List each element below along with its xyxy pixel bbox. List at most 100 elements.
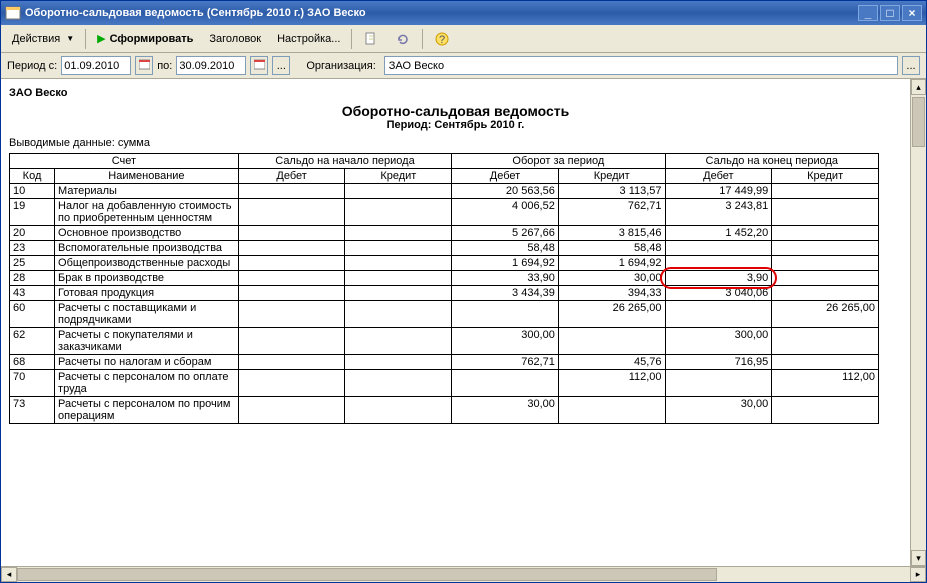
- cell-code: 73: [10, 397, 55, 424]
- separator: [85, 29, 86, 49]
- table-row[interactable]: 73Расчеты с персоналом по прочим операци…: [10, 397, 879, 424]
- cell-code: 28: [10, 271, 55, 286]
- calendar-from-button[interactable]: [135, 56, 153, 75]
- scroll-right-button[interactable]: ▸: [910, 567, 926, 582]
- cell-seK: [772, 397, 879, 424]
- cell-sbD: [238, 184, 345, 199]
- cell-sbK: [345, 199, 452, 226]
- date-from-input[interactable]: 01.09.2010: [61, 56, 131, 75]
- settings-button[interactable]: Настройка...: [270, 28, 347, 50]
- report-table: Счет Сальдо на начало периода Оборот за …: [9, 153, 879, 424]
- app-window: Оборотно-сальдовая ведомость (Сентябрь 2…: [0, 0, 927, 583]
- cell-seK: [772, 286, 879, 301]
- cell-tK: 26 265,00: [558, 301, 665, 328]
- cell-seK: [772, 271, 879, 286]
- cell-name: Готовая продукция: [55, 286, 239, 301]
- actions-label: Действия: [12, 33, 60, 45]
- play-icon: ▶: [97, 32, 105, 45]
- table-row[interactable]: 60Расчеты с поставщиками и подрядчиками2…: [10, 301, 879, 328]
- help-button[interactable]: ?: [427, 28, 457, 50]
- parameters-bar: Период с: 01.09.2010 по: 30.09.2010 ... …: [1, 53, 926, 79]
- window-title: Оборотно-сальдовая ведомость (Сентябрь 2…: [25, 7, 366, 19]
- table-row[interactable]: 70Расчеты с персоналом по оплате труда11…: [10, 370, 879, 397]
- cell-tD: 58,48: [452, 241, 559, 256]
- table-row[interactable]: 19Налог на добавленную стоимость по прио…: [10, 199, 879, 226]
- table-row[interactable]: 10Материалы20 563,563 113,5717 449,99: [10, 184, 879, 199]
- cell-sbD: [238, 370, 345, 397]
- settings-label: Настройка...: [277, 33, 340, 45]
- cell-code: 23: [10, 241, 55, 256]
- cell-tD: 3 434,39: [452, 286, 559, 301]
- cell-seK: 26 265,00: [772, 301, 879, 328]
- date-to-input[interactable]: 30.09.2010: [176, 56, 246, 75]
- scroll-thumb[interactable]: [912, 97, 925, 147]
- hdr-turnover: Оборот за период: [452, 154, 665, 169]
- maximize-button[interactable]: □: [880, 5, 900, 21]
- header-button[interactable]: Заголовок: [202, 28, 268, 50]
- tool-icon-2[interactable]: [388, 28, 418, 50]
- vertical-scrollbar[interactable]: ▴ ▾: [910, 79, 926, 566]
- form-label: Сформировать: [110, 33, 194, 45]
- table-row[interactable]: 28Брак в производстве33,9030,003,90: [10, 271, 879, 286]
- cell-name: Вспомогательные производства: [55, 241, 239, 256]
- cell-code: 62: [10, 328, 55, 355]
- cell-tK: 112,00: [558, 370, 665, 397]
- table-row[interactable]: 62Расчеты с покупателями и заказчиками30…: [10, 328, 879, 355]
- form-button[interactable]: ▶ Сформировать: [90, 28, 200, 50]
- calendar-icon: [254, 59, 265, 73]
- cell-tD: 20 563,56: [452, 184, 559, 199]
- table-row[interactable]: 23Вспомогательные производства 58,4858,48: [10, 241, 879, 256]
- hdr-seD: Дебет: [665, 169, 772, 184]
- cell-sbK: [345, 184, 452, 199]
- cell-code: 20: [10, 226, 55, 241]
- org-select-button[interactable]: ...: [902, 56, 920, 75]
- cell-sbD: [238, 355, 345, 370]
- separator: [422, 29, 423, 49]
- cell-tK: 58,48: [558, 241, 665, 256]
- cell-tD: 33,90: [452, 271, 559, 286]
- cell-seD: 3 243,81: [665, 199, 772, 226]
- cell-code: 68: [10, 355, 55, 370]
- scroll-down-button[interactable]: ▾: [911, 550, 926, 566]
- actions-menu[interactable]: Действия ▼: [5, 28, 81, 50]
- cell-code: 19: [10, 199, 55, 226]
- table-row[interactable]: 20Основное производство5 267,663 815,461…: [10, 226, 879, 241]
- horizontal-scrollbar[interactable]: ◂ ▸: [1, 566, 926, 582]
- cell-seD: [665, 301, 772, 328]
- cell-seD: 30,00: [665, 397, 772, 424]
- scroll-left-button[interactable]: ◂: [1, 567, 17, 582]
- cell-sbD: [238, 256, 345, 271]
- cell-seD: [665, 370, 772, 397]
- report-sheet: ЗАО Веско Оборотно-сальдовая ведомость П…: [1, 79, 910, 566]
- close-button[interactable]: ×: [902, 5, 922, 21]
- calendar-to-button[interactable]: [250, 56, 268, 75]
- cell-seD: [665, 241, 772, 256]
- period-to-label: по:: [157, 60, 172, 72]
- cell-sbK: [345, 328, 452, 355]
- tool-icon-1[interactable]: [356, 28, 386, 50]
- table-row[interactable]: 43Готовая продукция3 434,39394,333 040,0…: [10, 286, 879, 301]
- cell-sbK: [345, 256, 452, 271]
- period-select-button[interactable]: ...: [272, 56, 290, 75]
- cell-code: 43: [10, 286, 55, 301]
- cell-tK: 394,33: [558, 286, 665, 301]
- cell-sbK: [345, 397, 452, 424]
- cell-code: 60: [10, 301, 55, 328]
- report-title: Оборотно-сальдовая ведомость: [9, 103, 902, 119]
- cell-code: 70: [10, 370, 55, 397]
- cell-name: Расчеты с персоналом по прочим операциям: [55, 397, 239, 424]
- cell-seD: 300,00: [665, 328, 772, 355]
- org-input[interactable]: ЗАО Веско: [384, 56, 898, 75]
- minimize-button[interactable]: _: [858, 5, 878, 21]
- scroll-up-button[interactable]: ▴: [911, 79, 926, 95]
- hscroll-thumb[interactable]: [17, 568, 717, 581]
- table-row[interactable]: 25Общепроизводственные расходы1 694,921 …: [10, 256, 879, 271]
- cell-sbK: [345, 241, 452, 256]
- cell-tK: 30,00: [558, 271, 665, 286]
- cell-seK: [772, 256, 879, 271]
- cell-sbD: [238, 241, 345, 256]
- org-label: Организация:: [306, 60, 375, 72]
- table-row[interactable]: 68Расчеты по налогам и сборам762,7145,76…: [10, 355, 879, 370]
- hdr-saldo-begin: Сальдо на начало периода: [238, 154, 451, 169]
- report-subtitle: Выводимые данные: сумма: [9, 137, 902, 153]
